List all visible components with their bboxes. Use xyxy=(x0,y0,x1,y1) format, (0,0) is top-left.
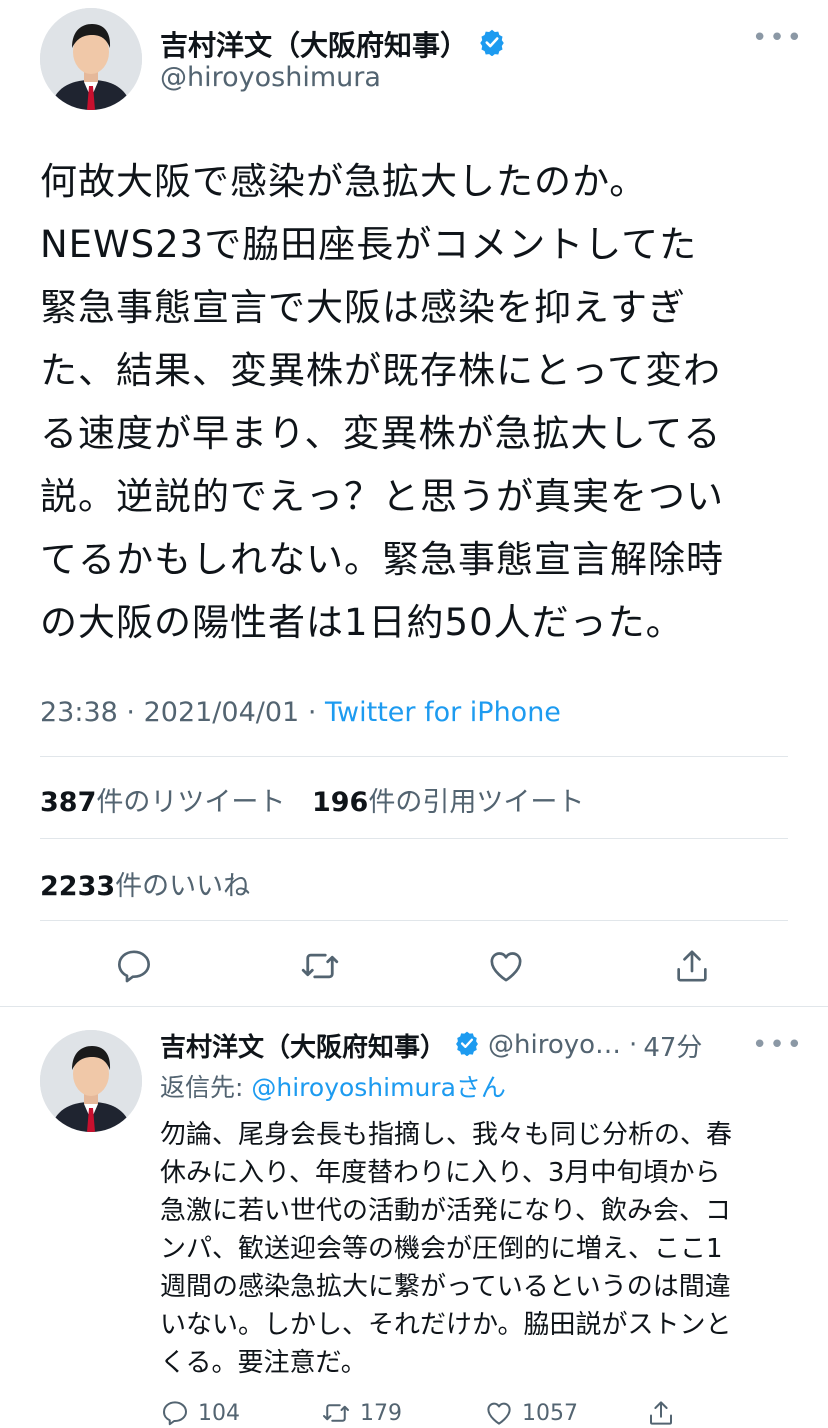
quotes-stat[interactable]: 196件の引用ツイート xyxy=(312,787,584,818)
tweet-text-line: てるかもしれない。緊急事態宣言解除時 xyxy=(40,538,724,581)
meta-separator: · xyxy=(629,1030,638,1060)
reply-count: 104 xyxy=(198,1400,240,1426)
reply-to-line: 返信先: @hiroyoshimuraさん xyxy=(160,1068,506,1104)
likes-stat[interactable]: 2233件のいいね xyxy=(40,864,250,903)
tweet-time: 23:38 xyxy=(40,697,118,728)
reply-retweet-button[interactable]: 179 xyxy=(320,1398,402,1428)
reply-icon xyxy=(163,1401,187,1426)
reply-text-line: 休みに入り、年度替わりに入り、3月中旬頃から xyxy=(160,1158,721,1188)
reply-like-button[interactable]: 1057 xyxy=(484,1398,578,1428)
tweet-text-line: NEWS23で脇田座長がコメントしてた xyxy=(40,223,698,266)
like-count: 1057 xyxy=(522,1400,578,1426)
reply-author-name[interactable]: 吉村洋文（大阪府知事） xyxy=(160,1027,446,1064)
retweet-quote-stats: 387件のリツイート 196件の引用ツイート xyxy=(40,780,584,819)
reply-header: 吉村洋文（大阪府知事） @hiroyo… · 47分 xyxy=(160,1027,702,1063)
retweet-icon xyxy=(323,1404,349,1422)
share-button[interactable] xyxy=(666,940,718,992)
share-icon xyxy=(650,1401,672,1425)
verified-badge-icon xyxy=(478,28,506,60)
main-author-handle[interactable]: @hiroyoshimura xyxy=(160,62,381,93)
main-tweet-text: 何故大阪で感染が急拡大したのか。 NEWS23で脇田座長がコメントしてた 緊急事… xyxy=(40,150,810,654)
reply-icon xyxy=(118,950,151,983)
main-author-name[interactable]: 吉村洋文（大阪府知事） xyxy=(160,24,468,64)
retweet-icon xyxy=(301,953,339,979)
tweet-text-line: の大阪の陽性者は1日約50人だった。 xyxy=(40,601,684,644)
retweet-button[interactable] xyxy=(294,940,346,992)
tweet-text-line: 何故大阪で感染が急拡大したのか。 xyxy=(40,160,648,203)
reply-to-suffix: さん xyxy=(455,1073,506,1102)
retweets-label: 件のリツイート xyxy=(96,787,286,818)
reply-text-line: 急激に若い世代の活動が活発になり、飲み会、コ xyxy=(160,1196,731,1226)
section-divider xyxy=(0,1006,828,1007)
reply-reply-button[interactable]: 104 xyxy=(160,1398,240,1428)
reply-author-handle[interactable]: @hiroyo… xyxy=(488,1030,621,1060)
tweet-timestamp: 23:38 · 2021/04/01 · Twitter for iPhone xyxy=(40,697,561,728)
tweet-text-line: 説。逆説的でえっ？と思うが真実をつい xyxy=(40,475,724,518)
reply-to-handle-link[interactable]: @hiroyoshimura xyxy=(251,1073,456,1102)
more-options-icon[interactable]: ••• xyxy=(752,25,804,51)
heart-icon xyxy=(490,952,522,982)
reply-time-ago: 47分 xyxy=(643,1032,703,1063)
reply-button[interactable] xyxy=(108,940,160,992)
heart-icon xyxy=(487,1402,511,1425)
divider xyxy=(40,920,788,921)
retweets-stat[interactable]: 387件のリツイート xyxy=(40,787,285,818)
likes-count: 2233 xyxy=(40,871,116,902)
reply-text-line: いない。しかし、それだけか。脇田説がストンと xyxy=(160,1310,732,1340)
retweet-count: 179 xyxy=(360,1400,402,1426)
main-author-avatar[interactable] xyxy=(40,8,142,110)
verified-badge-icon xyxy=(454,1030,480,1060)
quotes-count: 196 xyxy=(311,787,369,818)
tweet-text-line: る速度が早まり、変異株が急拡大してる xyxy=(40,412,722,455)
tweet-source-link[interactable]: Twitter for iPhone xyxy=(325,697,561,728)
share-icon xyxy=(677,950,707,982)
reply-to-prefix: 返信先: xyxy=(160,1073,252,1102)
reply-text-line: 勿論、尾身会長も指摘し、我々も同じ分析の、春 xyxy=(160,1120,733,1150)
meta-separator: · xyxy=(307,697,317,728)
reply-tweet-text: 勿論、尾身会長も指摘し、我々も同じ分析の、春 休みに入り、年度替わりに入り、3月… xyxy=(160,1116,810,1382)
tweet-date: 2021/04/01 xyxy=(143,697,300,728)
meta-separator: · xyxy=(126,697,135,728)
reply-more-options-icon[interactable]: ••• xyxy=(752,1032,804,1058)
divider xyxy=(40,756,788,757)
reply-text-line: 週間の感染急拡大に繋がっているというのは間違 xyxy=(160,1272,731,1302)
reply-text-line: くる。要注意だ。 xyxy=(160,1348,367,1378)
likes-label: 件のいいね xyxy=(115,871,251,902)
divider xyxy=(40,838,788,839)
retweets-count: 387 xyxy=(40,787,97,818)
reply-text-line: ンパ、歓送迎会等の機会が圧倒的に増え、ここ1 xyxy=(160,1234,723,1264)
tweet-text-line: 緊急事態宣言で大阪は感染を抑えすぎ xyxy=(40,286,686,329)
quotes-label: 件の引用ツイート xyxy=(368,787,585,818)
like-button[interactable] xyxy=(480,940,532,992)
reply-share-button[interactable] xyxy=(646,1398,676,1428)
reply-author-avatar[interactable] xyxy=(40,1030,142,1132)
tweet-text-line: た、結果、変異株が既存株にとって変わ xyxy=(40,349,722,392)
